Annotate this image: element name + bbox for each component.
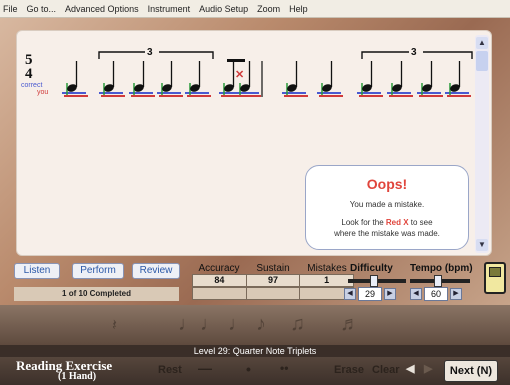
popup-title: Oops! xyxy=(366,176,408,192)
scroll-up-icon[interactable]: ▲ xyxy=(476,37,488,49)
control-panel: Listen Perform Review 1 of 10 Completed … xyxy=(14,263,490,305)
note-glyph-icon: ♪ xyxy=(256,313,266,335)
legend-you: you xyxy=(37,89,48,96)
bottom-toolbar: Reading Exercise (1 Hand) Rest — • •• Er… xyxy=(0,357,510,385)
exercise-subtitle: (1 Hand) xyxy=(58,371,97,382)
stats-headers: Accuracy Sustain Mistakes xyxy=(192,263,354,274)
double-dot-icon[interactable]: •• xyxy=(280,361,288,375)
popup-hint: Look for the Red X to see where the mist… xyxy=(334,218,440,238)
tempo-increase-icon[interactable]: ▶ xyxy=(450,288,462,300)
menu-instrument[interactable]: Instrument xyxy=(148,4,191,14)
difficulty-decrease-icon[interactable]: ◀ xyxy=(344,288,356,300)
mistake-popup: Oops! You made a mistake. Look for the R… xyxy=(305,165,469,250)
triplet-label: 3 xyxy=(411,47,417,58)
difficulty-increase-icon[interactable]: ▶ xyxy=(384,288,396,300)
menu-bar: File Go to... Advanced Options Instrumen… xyxy=(0,0,510,18)
review-button[interactable]: Review xyxy=(132,263,180,279)
previous-arrow-icon[interactable]: ◀ xyxy=(406,362,414,375)
stats-values: 84 97 1 xyxy=(192,274,354,287)
next-button[interactable]: Next (N) xyxy=(444,360,498,382)
note-palette-strip: 𝄽 ♩ ♩ ♩ ♪ ♫ ♬ xyxy=(0,305,510,345)
legend-correct: correct xyxy=(21,82,42,89)
clear-button[interactable]: Clear xyxy=(372,364,400,376)
tempo-label: Tempo (bpm) xyxy=(410,263,473,274)
scroll-thumb[interactable] xyxy=(476,51,488,71)
tie-icon[interactable]: — xyxy=(198,360,212,376)
listen-button[interactable]: Listen xyxy=(14,263,60,279)
beam xyxy=(227,59,245,62)
note-glyph-icon: ♫ xyxy=(290,313,305,335)
stats-empty-row xyxy=(192,287,354,300)
vertical-scrollbar[interactable]: ▲ ▼ xyxy=(475,35,489,253)
meter-icon xyxy=(484,262,506,294)
triplet-label: 3 xyxy=(147,47,153,58)
menu-help[interactable]: Help xyxy=(289,4,308,14)
tempo-stepper: ◀ 60 ▶ xyxy=(410,287,462,301)
time-signature-bottom: 4 xyxy=(25,66,33,82)
stage-background: 5 4 correct you 3 3 ✕ ▲ ▼ Oops! You made… xyxy=(0,18,510,305)
level-title: Level 29: Quarter Note Triplets xyxy=(0,345,510,357)
difficulty-slider-knob[interactable] xyxy=(370,275,378,287)
tempo-slider-knob[interactable] xyxy=(434,275,442,287)
menu-audio-setup[interactable]: Audio Setup xyxy=(199,4,248,14)
note-glyph-icon: 𝄽 xyxy=(112,317,117,334)
scroll-down-icon[interactable]: ▼ xyxy=(476,239,488,251)
difficulty-stepper: ◀ 29 ▶ xyxy=(344,287,396,301)
mistakes-header: Mistakes xyxy=(307,263,347,274)
rest-button[interactable]: Rest xyxy=(158,364,182,376)
next-arrow-icon[interactable]: ▶ xyxy=(424,362,432,375)
note-glyph-icon: ♩ xyxy=(228,313,248,335)
sustain-header: Sustain xyxy=(256,263,290,274)
popup-message: You made a mistake. xyxy=(349,200,425,209)
difficulty-value[interactable]: 29 xyxy=(358,287,382,301)
note-glyph-icon: ♩ xyxy=(178,313,198,335)
accuracy-value: 84 xyxy=(193,275,247,286)
sustain-value: 97 xyxy=(247,275,301,286)
rhythm-staff: 5 4 correct you 3 3 ✕ xyxy=(21,45,473,97)
note-glyph-icon: ♬ xyxy=(340,313,360,335)
perform-button[interactable]: Perform xyxy=(72,263,124,279)
difficulty-label: Difficulty xyxy=(350,263,393,274)
menu-advanced-options[interactable]: Advanced Options xyxy=(65,4,139,14)
erase-button[interactable]: Erase xyxy=(334,364,364,376)
accuracy-header: Accuracy xyxy=(198,263,240,274)
progress-text: 1 of 10 Completed xyxy=(14,287,179,301)
menu-goto[interactable]: Go to... xyxy=(27,4,57,14)
stats-table: Accuracy Sustain Mistakes 84 97 1 xyxy=(192,263,354,300)
menu-file[interactable]: File xyxy=(3,4,18,14)
tempo-value[interactable]: 60 xyxy=(424,287,448,301)
mistake-x-icon: ✕ xyxy=(235,69,244,81)
note-glyph-icon: ♩ xyxy=(200,313,220,335)
mistakes-value: 1 xyxy=(324,275,330,285)
menu-zoom[interactable]: Zoom xyxy=(257,4,280,14)
tempo-decrease-icon[interactable]: ◀ xyxy=(410,288,422,300)
dot-icon[interactable]: • xyxy=(246,361,251,377)
